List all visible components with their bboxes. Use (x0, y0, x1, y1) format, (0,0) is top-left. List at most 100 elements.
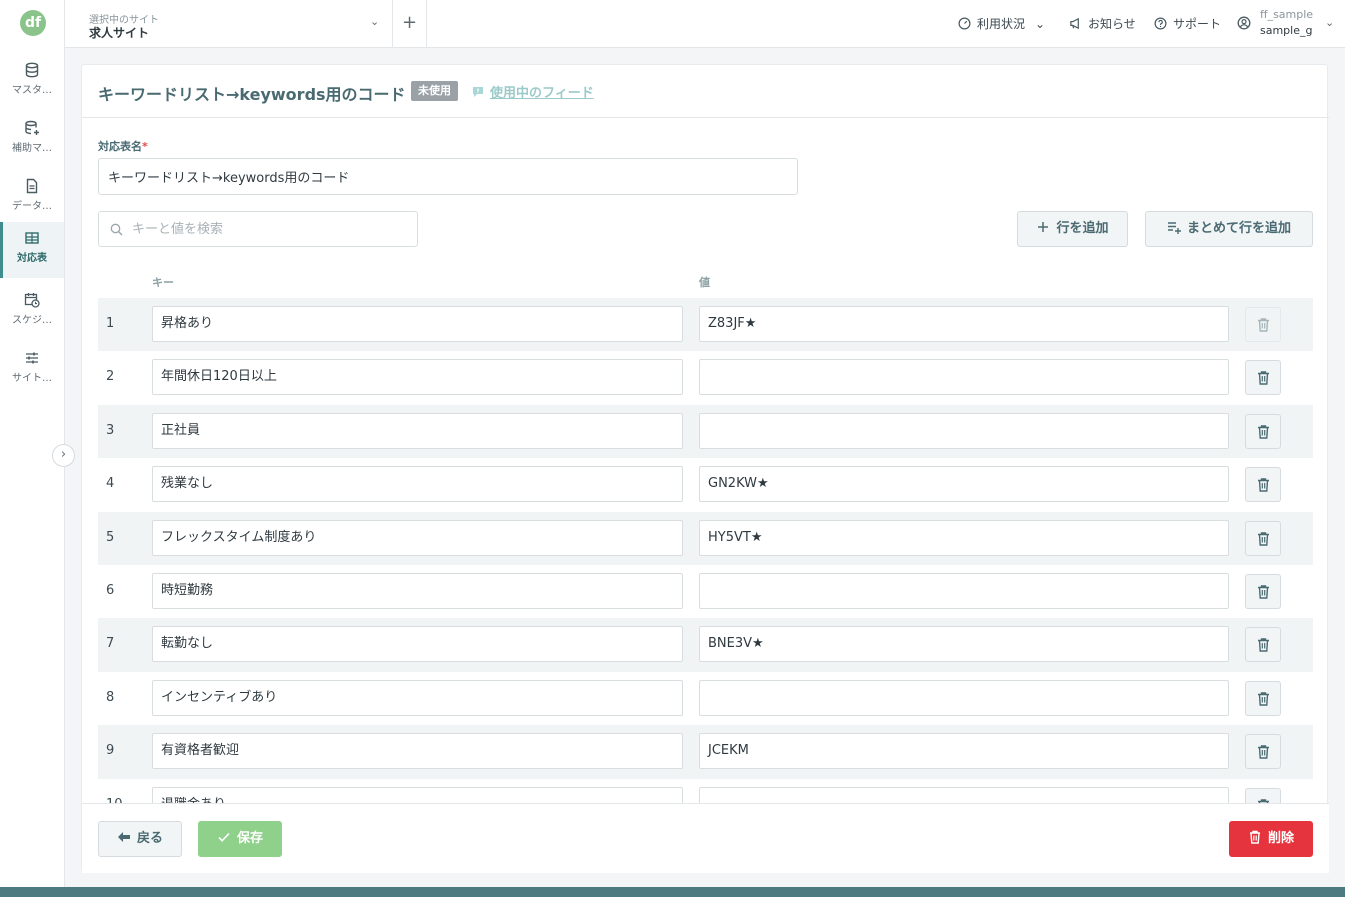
trash-icon (1258, 692, 1269, 706)
delete-button[interactable]: 削除 (1229, 821, 1313, 857)
table-name-input[interactable] (98, 158, 798, 195)
add-site-button[interactable]: + (393, 0, 427, 47)
sidebar-item-data[interactable]: データ… (0, 170, 64, 226)
row-number: 5 (106, 529, 115, 545)
trash-icon (1258, 425, 1269, 439)
back-button[interactable]: 戻る (98, 821, 182, 857)
feeds-in-use-label: 使用中のフィード (490, 86, 594, 101)
delete-row-button[interactable] (1245, 787, 1281, 803)
sidebar-item-mapping-table[interactable]: 対応表 (0, 222, 64, 278)
database-icon (25, 62, 39, 78)
search-field[interactable] (98, 211, 418, 247)
news-link[interactable]: お知らせ (1069, 15, 1136, 32)
key-input[interactable]: 退職金あり (152, 786, 683, 803)
delete-row-button[interactable] (1245, 627, 1281, 663)
delete-row-button[interactable] (1245, 413, 1281, 449)
table-row: 5 フレックスタイム制度あり HY5VT★ (98, 511, 1313, 565)
search-icon (110, 223, 123, 236)
mapping-table-card: キーワードリスト→keywords用のコード 未使用 使用中のフィード 対応表名… (81, 64, 1329, 873)
user-name: ff_sample (1260, 8, 1314, 21)
save-label: 保存 (236, 831, 263, 846)
key-input[interactable]: インセンティブあり (152, 679, 683, 716)
delete-row-button[interactable] (1245, 360, 1281, 396)
sidebar-item-label: 補助マ… (12, 143, 52, 154)
feeds-in-use-link[interactable]: 使用中のフィード (472, 82, 594, 101)
key-input[interactable]: 時短勤務 (152, 572, 683, 609)
megaphone-icon (1070, 17, 1079, 30)
row-number: 4 (106, 476, 115, 492)
app-logo[interactable]: df (20, 10, 46, 36)
row-number: 9 (106, 743, 115, 759)
key-input[interactable]: 正社員 (152, 412, 683, 449)
sidebar-item-site-settings[interactable]: サイト… (0, 342, 64, 398)
sidebar-item-schedule[interactable]: スケジ… (0, 284, 64, 340)
chevron-down-icon: ⌄ (370, 15, 380, 28)
arrow-left-icon (117, 832, 130, 842)
delete-row-button[interactable] (1245, 307, 1281, 342)
key-input[interactable]: 年間休日120日以上 (152, 359, 683, 396)
required-mark: * (142, 140, 148, 153)
back-label: 戻る (136, 831, 163, 846)
trash-icon (1258, 478, 1269, 492)
delete-row-button[interactable] (1245, 734, 1281, 770)
table-name-label: 対応表名* (98, 138, 148, 154)
key-input[interactable]: フレックスタイム制度あり (152, 519, 683, 556)
support-link[interactable]: サポート (1154, 15, 1221, 32)
sidebar-item-aux-master[interactable]: 補助マ… (0, 112, 64, 168)
site-selector[interactable]: 選択中のサイト 求人サイト ⌄ (65, 0, 393, 47)
trash-icon (1258, 318, 1269, 332)
trash-icon (1258, 371, 1269, 386)
gauge-icon (958, 17, 971, 30)
document-icon (26, 178, 38, 194)
support-label: サポート (1173, 17, 1222, 31)
key-input[interactable]: 有資格者歓迎 (152, 733, 683, 770)
row-number: 8 (106, 689, 115, 705)
sidebar-item-label: スケジ… (12, 315, 52, 326)
table-row: 4 残業なし GN2KW★ (98, 458, 1313, 511)
usage-label: 利用状況 (977, 17, 1026, 31)
key-input[interactable]: 昇格あり (152, 306, 683, 342)
value-input[interactable] (699, 572, 1229, 609)
page-title: キーワードリスト→keywords用のコード (98, 85, 406, 104)
help-circle-icon (1154, 17, 1167, 30)
table-row: 3 正社員 (98, 404, 1313, 459)
top-header: 選択中のサイト 求人サイト ⌄ + 利用状況 ⌄ お知らせ サポート ff_sam… (65, 0, 1345, 48)
sidebar-item-master[interactable]: マスタ… (0, 54, 64, 110)
bulk-add-rows-button[interactable]: まとめて行を追加 (1145, 211, 1313, 247)
delete-row-button[interactable] (1245, 680, 1281, 716)
value-input[interactable]: HY5VT★ (699, 519, 1229, 556)
value-input[interactable] (699, 412, 1229, 449)
trash-icon (1258, 585, 1269, 599)
trash-icon (1258, 745, 1269, 759)
search-input[interactable] (132, 220, 402, 238)
delete-row-button[interactable] (1245, 520, 1281, 556)
row-number: 2 (106, 369, 115, 385)
value-input[interactable]: JCEKM (699, 733, 1229, 770)
sidebar-item-label: サイト… (12, 373, 52, 384)
table-row: 2 年間休日120日以上 (98, 351, 1313, 404)
comment-alert-icon (473, 87, 483, 97)
table-row: 10退職金あり (98, 779, 1313, 803)
row-number: 6 (106, 582, 115, 598)
value-input[interactable]: Z83JF★ (699, 306, 1229, 342)
value-input[interactable] (699, 786, 1229, 803)
value-input[interactable]: GN2KW★ (699, 466, 1229, 503)
column-header-key: キー (152, 276, 174, 289)
add-row-button[interactable]: 行を追加 (1017, 211, 1128, 247)
save-button[interactable]: 保存 (198, 821, 282, 857)
trash-icon (1258, 531, 1269, 546)
value-input[interactable] (699, 679, 1229, 716)
sidebar-item-label: マスタ… (12, 85, 52, 96)
key-input[interactable]: 残業なし (152, 466, 683, 503)
sidebar-item-label: データ… (12, 201, 52, 212)
user-id: sample_g (1260, 24, 1313, 37)
site-name: 求人サイト (89, 26, 150, 40)
delete-row-button[interactable] (1245, 467, 1281, 503)
value-input[interactable]: BNE3V★ (699, 626, 1229, 663)
chevron-down-icon: ⌄ (1035, 17, 1046, 31)
sidebar-expand-button[interactable]: › (52, 444, 75, 467)
usage-menu[interactable]: 利用状況 ⌄ (958, 15, 1045, 32)
delete-row-button[interactable] (1245, 573, 1281, 609)
value-input[interactable] (699, 359, 1229, 396)
key-input[interactable]: 転勤なし (152, 626, 683, 663)
